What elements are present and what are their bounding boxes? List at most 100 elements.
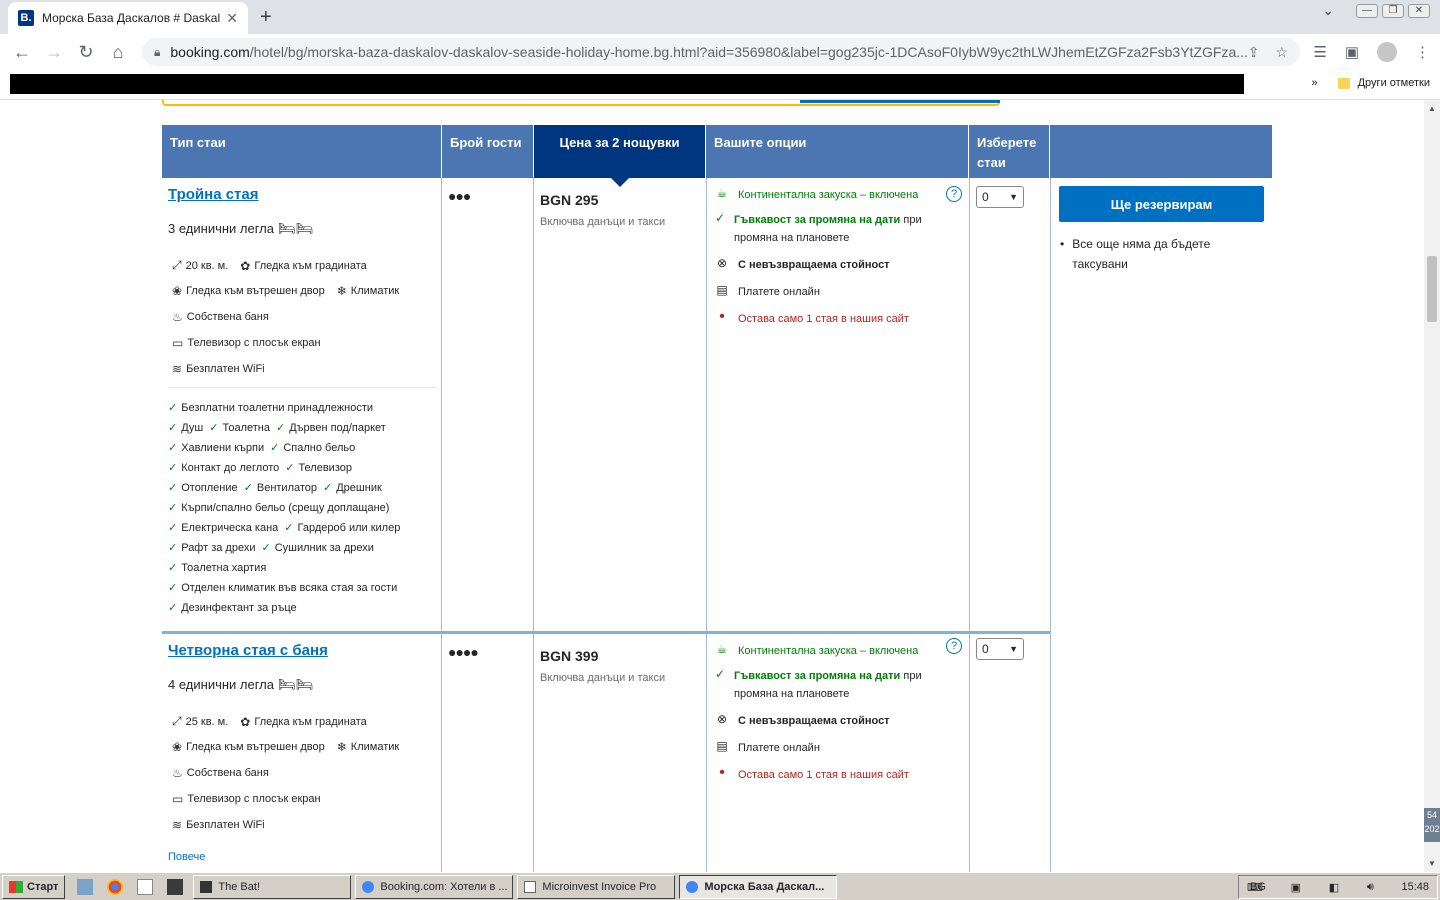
option-breakfast: ☕︎ Континентална закуска – включена — [714, 642, 964, 660]
bathroom-icon: ♨ — [172, 766, 183, 780]
scrollbar-thumb[interactable] — [1427, 256, 1437, 322]
header-guests: Брой гости — [442, 125, 534, 178]
minimize-button[interactable]: — — [1356, 3, 1378, 18]
option-flexibility: ✓ Гъвкавост за промяна на дати при промян… — [714, 211, 964, 247]
back-icon[interactable]: ← — [6, 42, 38, 63]
facility-row: ≋ Безплатен WiFi — [172, 818, 265, 832]
lock-icon[interactable]: 🔒︎ — [154, 45, 160, 60]
reading-list-icon[interactable]: ☰ — [1313, 43, 1326, 61]
forward-icon[interactable]: → — [38, 42, 70, 63]
tray-volume-icon[interactable]: 🔊︎ — [1367, 881, 1374, 894]
option-non-refundable: ⊗ С невъзвращаема стойност — [714, 256, 964, 274]
scroll-down-icon[interactable]: ▼ — [1428, 859, 1436, 868]
taskbar-item-microinvest[interactable]: Microinvest Invoice Pro — [517, 874, 676, 899]
room-name-link[interactable]: Четворна стая с баня — [168, 642, 328, 659]
check-icon: ✓ — [168, 522, 178, 534]
garden-view-icon: ✿ — [240, 258, 251, 273]
check-icon: ✓ — [714, 667, 726, 681]
help-question-icon[interactable]: ? — [946, 186, 962, 202]
close-window-button[interactable]: ✕ — [1408, 3, 1430, 18]
bookmarks-bar: » Други отметки — [0, 70, 1440, 100]
check-icon: ✓ — [285, 462, 295, 474]
check-icon: ✓ — [168, 482, 178, 494]
tv-icon: ▭ — [172, 792, 184, 806]
room-beds: 3 единични легла 🛏︎🛏︎ — [168, 220, 314, 236]
system-tray: ⌨ ▣ ◧ 🔊︎ 15:48 — [1238, 875, 1438, 899]
amenity-row: ✓ Дезинфектант за ръце — [168, 602, 297, 614]
room-quantity-select[interactable]: 0 ▼ — [976, 186, 1024, 208]
bathroom-icon: ♨ — [172, 310, 183, 324]
option-pay-online: ▤ Платете онлайн — [714, 739, 964, 757]
option-scarcity: • Остава само 1 стая в нашия сайт — [714, 309, 964, 328]
bookmark-star-icon[interactable]: ☆ — [1275, 44, 1288, 61]
option-breakfast: ☕︎ Континентална закуска – включена — [714, 186, 964, 204]
check-icon: ✓ — [270, 442, 280, 454]
amenity-row: ✓ Хавлиени кърпи ✓ Спално бельо — [168, 442, 356, 454]
profile-avatar[interactable] — [1377, 42, 1397, 62]
bed-icon: 🛏︎🛏︎ — [278, 676, 314, 692]
browser-tab[interactable]: B. Морска База Даскалов # Daskalov ✕ — [8, 2, 248, 34]
tray-clock[interactable]: 15:48 — [1401, 881, 1429, 893]
home-icon[interactable]: ⌂ — [102, 42, 134, 63]
reserve-button[interactable]: Ще резервирам — [1059, 186, 1264, 222]
facility-row: ❀ Гледка към вътрешен двор ❄ Климатик — [172, 284, 400, 298]
quick-launch — [77, 878, 184, 895]
amenity-row: ✓ Отопление ✓ Вентилатор ✓ Дрешник — [168, 482, 382, 494]
coffee-cup-icon: ☕︎ — [716, 642, 728, 656]
amenity-row: ✓ Душ ✓ Тоалетна ✓ Дървен под/паркет — [168, 422, 386, 434]
scroll-up-icon[interactable]: ▲ — [1428, 104, 1436, 113]
new-tab-icon[interactable]: + — [260, 6, 272, 29]
search-box-remnant — [162, 100, 1000, 106]
bookmarks-overflow-icon[interactable]: » — [1311, 77, 1317, 89]
amenity-row: ✓ Кърпи/спално бельо (срещу доплащане) — [168, 502, 390, 514]
taskbar-item-booking[interactable]: Booking.com: Хотели в ... — [355, 874, 514, 899]
coffee-cup-icon: ☕︎ — [716, 186, 728, 200]
room-quantity-select[interactable]: 0 ▼ — [976, 638, 1024, 660]
side-panel-icon[interactable]: ▣ — [1345, 43, 1359, 61]
check-icon: ✓ — [168, 422, 178, 434]
facility-row: ♨ Собствена баня — [172, 766, 269, 780]
maximize-button[interactable]: ❐ — [1382, 3, 1404, 18]
header-select-rooms: Изберете стаи — [969, 125, 1050, 178]
amenity-row: ✓ Отделен климатик във всяка стая за гост… — [168, 582, 398, 594]
tab-search-chevron-icon[interactable]: ⌄ — [1322, 2, 1334, 19]
share-icon[interactable]: ⇪ — [1248, 44, 1260, 61]
page-scrollbar[interactable]: ▲ ▼ — [1424, 100, 1440, 872]
url-text[interactable]: booking.com/hotel/bg/morska-baza-daskalo… — [170, 44, 1247, 60]
start-button[interactable]: Старт — [2, 874, 66, 899]
room-name-link[interactable]: Тройна стая — [168, 186, 259, 203]
taskbar-item-morska-baza[interactable]: Морска База Даскал... — [679, 874, 838, 899]
tray-monitor-icon[interactable]: ▣ — [1291, 881, 1301, 894]
chrome-icon[interactable] — [107, 878, 124, 895]
tray-network-icon[interactable]: ◧ — [1329, 881, 1339, 894]
desktop-icon[interactable] — [77, 878, 94, 895]
check-icon: ✓ — [168, 582, 178, 594]
other-bookmarks-folder[interactable]: Други отметки — [1337, 77, 1430, 89]
address-bar[interactable]: 🔒︎ booking.com/hotel/bg/morska-baza-dask… — [142, 38, 1300, 66]
tab-title: Морска База Даскалов # Daskalov — [42, 11, 221, 25]
browser-toolbar: ← → ↻ ⌂ 🔒︎ booking.com/hotel/bg/morska-b… — [0, 34, 1440, 70]
check-icon: ✓ — [209, 422, 219, 434]
more-link[interactable]: Повече — [168, 851, 205, 863]
check-icon: ✓ — [261, 542, 271, 554]
corner-badge: 54 202 — [1424, 808, 1440, 842]
reload-icon[interactable]: ↻ — [70, 42, 102, 63]
windows-logo-icon — [9, 880, 23, 893]
room-price: BGN 295 — [540, 192, 599, 208]
option-pay-online: ▤ Платете онлайн — [714, 283, 964, 301]
room-size-icon: ⤢ — [172, 714, 182, 728]
no-refund-icon: ⊗ — [716, 256, 728, 270]
check-icon: ✓ — [323, 482, 333, 494]
tab-close-icon[interactable]: ✕ — [226, 10, 238, 27]
facility-row: ⤢ 20 кв. м. ✿ Гледка към градината — [172, 258, 367, 273]
document-icon[interactable] — [137, 878, 154, 895]
tray-keyboard-icon[interactable]: ⌨ — [1247, 881, 1263, 894]
facility-row: ▭ Телевизор с плосък екран — [172, 792, 321, 806]
check-icon: ✓ — [168, 562, 178, 574]
amenity-row: ✓ Електрическа кана ✓ Гардероб или килер — [168, 522, 401, 534]
taskbar-item-the-bat[interactable]: The Bat! — [193, 874, 352, 899]
check-icon: ✓ — [275, 422, 286, 434]
bat-icon[interactable] — [167, 878, 184, 895]
help-question-icon[interactable]: ? — [946, 638, 962, 654]
menu-kebab-icon[interactable]: ⋮ — [1415, 43, 1430, 61]
